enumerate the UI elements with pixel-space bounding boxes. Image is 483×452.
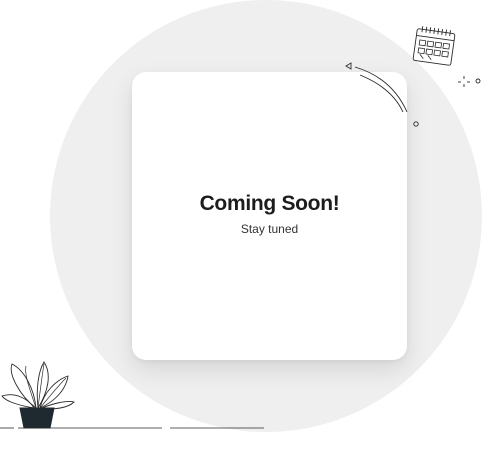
- coming-soon-page: Coming Soon! Stay tuned: [0, 0, 483, 452]
- ground-line: [80, 427, 264, 429]
